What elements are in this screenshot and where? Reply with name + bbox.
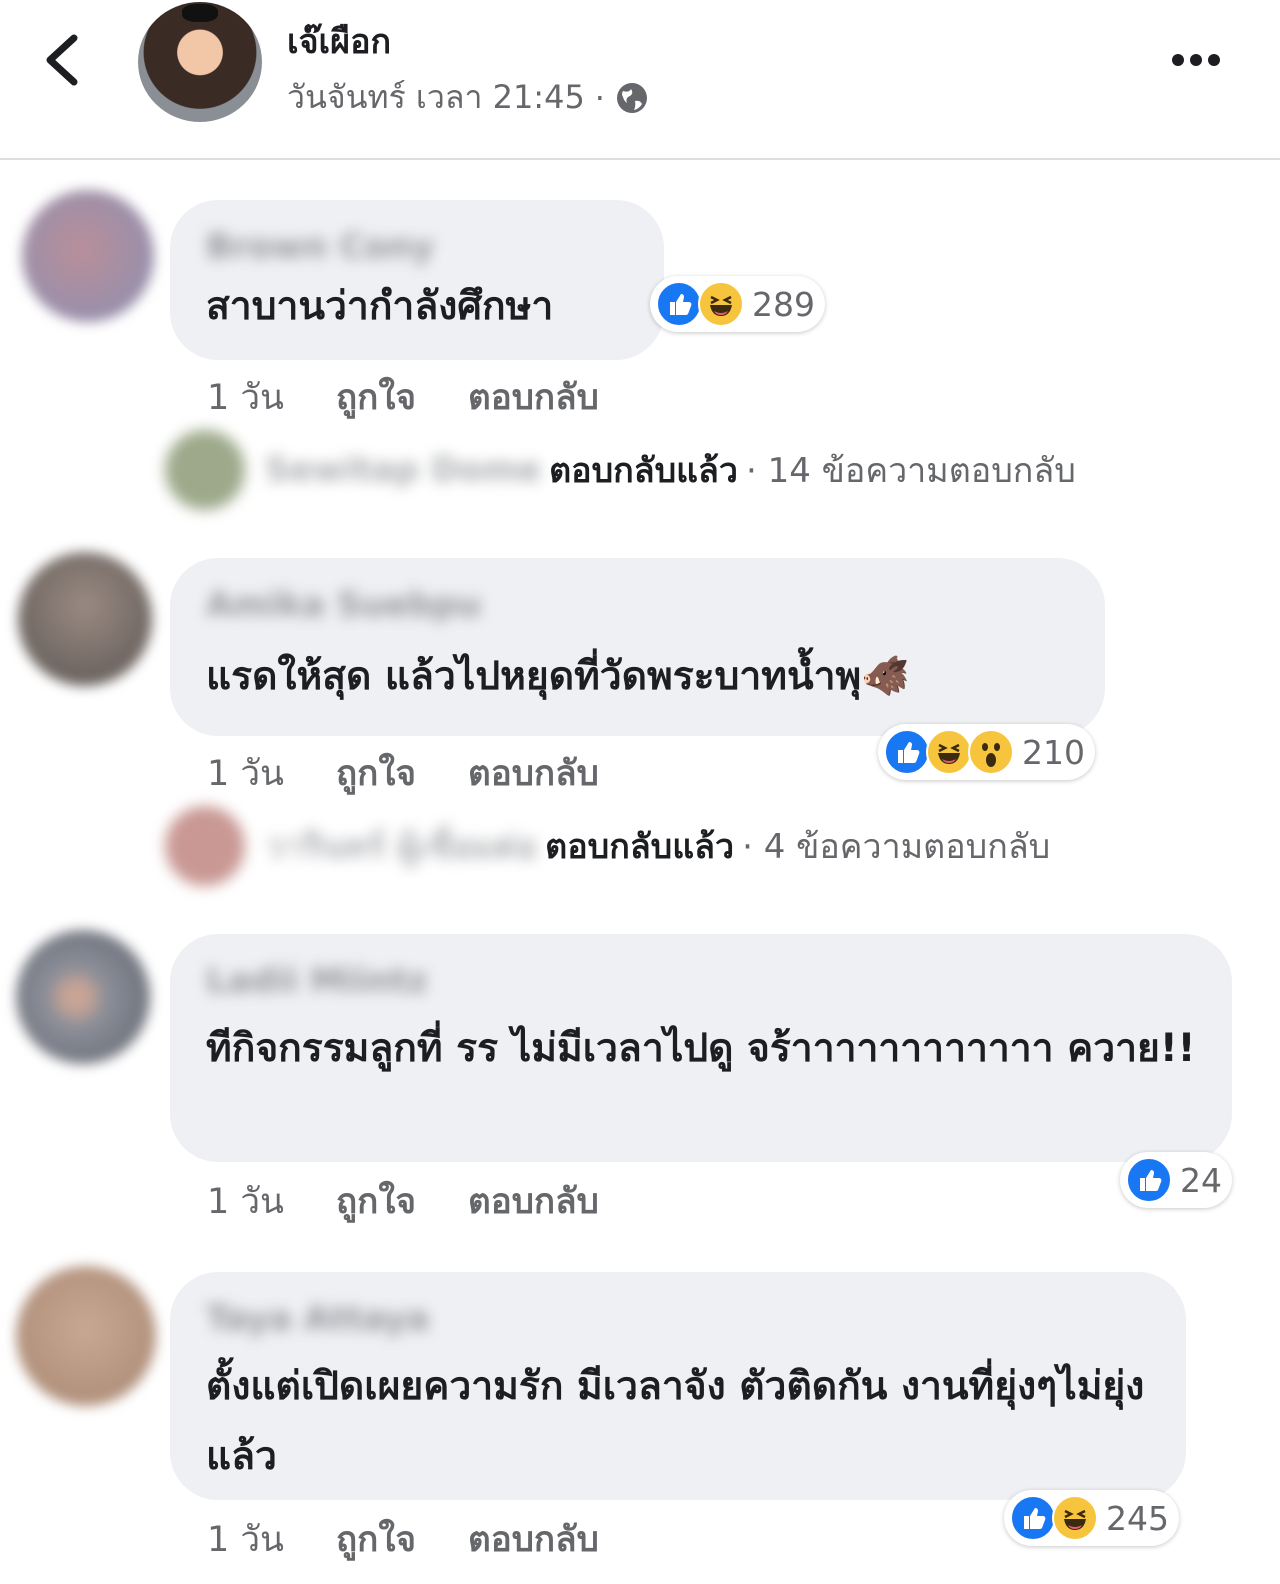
comment-text: ทีกิจกรรมลูกที่ รร ไม่มีเวลาไปดู จร้าาาา…	[206, 1026, 1196, 1071]
comment-time[interactable]: 1 วัน	[207, 1512, 284, 1567]
reaction-count: 24	[1180, 1160, 1222, 1200]
replied-label: ตอบกลับแล้ว	[545, 827, 735, 867]
comment-time[interactable]: 1 วัน	[207, 370, 284, 425]
haha-reaction-icon	[1052, 1495, 1098, 1541]
comment-author[interactable]: Taya Attaya	[206, 1294, 1150, 1344]
like-reaction-icon	[1126, 1157, 1172, 1203]
comment-time[interactable]: 1 วัน	[207, 1174, 284, 1229]
reply-author: Sewitap Dome	[265, 450, 542, 490]
reply-count: · 4 ข้อความตอบกลับ	[742, 827, 1051, 867]
haha-reaction-icon	[698, 281, 744, 327]
like-button[interactable]: ถูกใจ	[336, 1174, 416, 1229]
post-meta: วันจันทร์ เวลา 21:45 ·	[287, 72, 649, 123]
commenter-avatar[interactable]	[18, 552, 152, 686]
more-options-button[interactable]	[1172, 50, 1228, 70]
reply-button[interactable]: ตอบกลับ	[468, 1512, 599, 1567]
meta-separator: ·	[594, 78, 605, 117]
post-header: เจ๊เผือก วันจันทร์ เวลา 21:45 ·	[0, 0, 1280, 160]
reaction-summary[interactable]: 210	[878, 724, 1095, 780]
reply-author: วารินทร์ ผู้เชื่อมต่อ	[265, 827, 538, 867]
reply-button[interactable]: ตอบกลับ	[468, 746, 599, 801]
reaction-count: 210	[1022, 732, 1085, 772]
reply-button[interactable]: ตอบกลับ	[468, 370, 599, 425]
post-time[interactable]: วันจันทร์ เวลา 21:45	[287, 72, 585, 123]
commenter-avatar[interactable]	[16, 930, 150, 1064]
comment-author[interactable]: Ladii Miintz	[206, 956, 1196, 1006]
replied-label: ตอบกลับแล้ว	[549, 451, 738, 491]
commenter-avatar[interactable]	[16, 1266, 156, 1406]
comment-author[interactable]: Brown Cony	[206, 222, 628, 272]
replies-summary[interactable]: วารินทร์ ผู้เชื่อมต่อ ตอบกลับแล้ว · 4 ข้…	[165, 806, 1050, 886]
reply-count: · 14 ข้อความตอบกลับ	[746, 451, 1076, 491]
comment-time[interactable]: 1 วัน	[207, 746, 284, 801]
page-avatar[interactable]	[138, 2, 262, 122]
page-name[interactable]: เจ๊เผือก	[287, 14, 391, 68]
comment-bubble: Amika Suebpu แรดให้สุด แล้วไปหยุดที่วัดพ…	[170, 558, 1105, 736]
reaction-summary[interactable]: 289	[650, 276, 825, 332]
comment-actions: 1 วัน ถูกใจ ตอบกลับ	[207, 746, 599, 801]
reply-button[interactable]: ตอบกลับ	[468, 1174, 599, 1229]
back-button[interactable]	[38, 30, 88, 90]
comment-actions: 1 วัน ถูกใจ ตอบกลับ	[207, 1174, 599, 1229]
reply-avatar	[165, 806, 245, 886]
reaction-summary[interactable]: 24	[1120, 1152, 1232, 1208]
comment-actions: 1 วัน ถูกใจ ตอบกลับ	[207, 370, 599, 425]
globe-icon	[616, 82, 647, 113]
reaction-count: 289	[752, 284, 815, 324]
like-reaction-icon	[1010, 1495, 1056, 1541]
reaction-summary[interactable]: 245	[1004, 1490, 1179, 1546]
comment-bubble: Taya Attaya ตั้งแต่เปิดเผยความรัก มีเวลา…	[170, 1272, 1186, 1500]
comment-text: ตั้งแต่เปิดเผยความรัก มีเวลาจัง ตัวติดกั…	[206, 1364, 1145, 1479]
commenter-avatar[interactable]	[22, 190, 154, 322]
like-reaction-icon	[656, 281, 702, 327]
comment-text: สาบานว่ากำลังศึกษา	[206, 284, 554, 329]
like-button[interactable]: ถูกใจ	[336, 1512, 416, 1567]
like-button[interactable]: ถูกใจ	[336, 746, 416, 801]
comment-bubble: Brown Cony สาบานว่ากำลังศึกษา	[170, 200, 664, 360]
comment-text: แรดให้สุด แล้วไปหยุดที่วัดพระบาทน้ำพุ🐗	[206, 654, 910, 699]
reaction-count: 245	[1106, 1498, 1169, 1538]
comment-author[interactable]: Amika Suebpu	[206, 580, 1069, 630]
comment-actions: 1 วัน ถูกใจ ตอบกลับ	[207, 1512, 599, 1567]
reply-avatar	[165, 430, 245, 510]
replies-summary[interactable]: Sewitap Dome ตอบกลับแล้ว · 14 ข้อความตอบ…	[165, 430, 1076, 510]
comment-bubble: Ladii Miintz ทีกิจกรรมลูกที่ รร ไม่มีเวล…	[170, 934, 1232, 1162]
chevron-left-icon	[46, 34, 78, 86]
like-button[interactable]: ถูกใจ	[336, 370, 416, 425]
haha-reaction-icon	[926, 729, 972, 775]
wow-reaction-icon	[968, 729, 1014, 775]
like-reaction-icon	[884, 729, 930, 775]
